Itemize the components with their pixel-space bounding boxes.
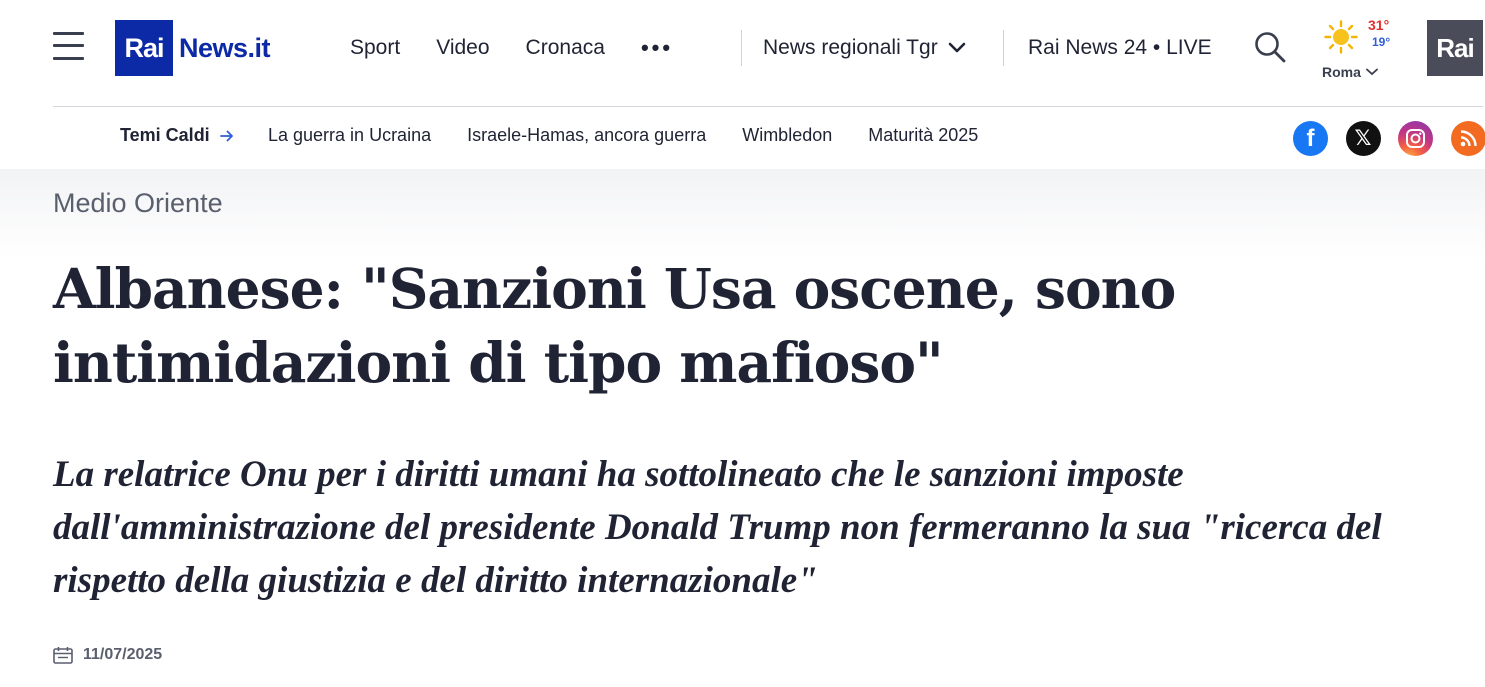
facebook-icon[interactable]: f — [1293, 121, 1328, 156]
nav-divider — [1003, 30, 1004, 66]
menu-icon[interactable] — [53, 32, 84, 60]
hot-topic-link[interactable]: Israele-Hamas, ancora guerra — [467, 125, 706, 146]
article-date: 11/07/2025 — [53, 646, 162, 664]
regional-news-label: News regionali Tgr — [763, 36, 938, 59]
article-title: Albanese: "Sanzioni Usa oscene, sono int… — [53, 256, 1176, 395]
sun-icon — [1324, 20, 1358, 54]
calendar-icon — [53, 647, 73, 664]
nav-item-sport[interactable]: Sport — [350, 36, 400, 60]
rss-icon[interactable] — [1450, 121, 1485, 156]
hot-topics-list: La guerra in Ucraina Israele-Hamas, anco… — [268, 125, 1014, 146]
article: Medio Oriente Albanese: "Sanzioni Usa os… — [0, 169, 1485, 687]
hot-topic-link[interactable]: La guerra in Ucraina — [268, 125, 431, 146]
chevron-down-icon — [1366, 68, 1378, 76]
more-menu-button[interactable]: ••• — [641, 35, 673, 61]
nav-item-cronaca[interactable]: Cronaca — [526, 36, 605, 60]
regional-news-dropdown[interactable]: News regionali Tgr — [763, 30, 966, 66]
temperature-max: 31° — [1368, 17, 1390, 33]
hot-topic-link[interactable]: Wimbledon — [742, 125, 832, 146]
weather-widget[interactable]: 31° 19° Roma — [1318, 14, 1400, 84]
search-icon[interactable] — [1254, 31, 1286, 63]
logo-rai: Rai — [115, 20, 173, 76]
weather-city-label: Roma — [1322, 64, 1361, 80]
nav-divider — [741, 30, 742, 66]
arrow-right-icon — [219, 130, 233, 141]
x-icon[interactable]: 𝕏 — [1345, 121, 1381, 156]
weather-city: Roma — [1322, 64, 1378, 80]
live-link[interactable]: Rai News 24 • LIVE — [1028, 30, 1212, 66]
nav-item-video[interactable]: Video — [436, 36, 489, 60]
hot-topics-title[interactable]: Temi Caldi — [120, 125, 234, 146]
site-logo[interactable]: Rai News.it — [115, 20, 271, 76]
rai-portal-button[interactable]: Rai — [1427, 20, 1483, 76]
temperature-min: 19° — [1372, 35, 1391, 49]
article-category[interactable]: Medio Oriente — [53, 188, 223, 219]
instagram-icon[interactable] — [1398, 121, 1433, 156]
hot-topic-link[interactable]: Maturità 2025 — [868, 125, 978, 146]
social-links: f 𝕏 — [1293, 121, 1485, 156]
top-header: Rai News.it Sport Video Cronaca ••• News… — [0, 0, 1485, 106]
hot-topics-label: Temi Caldi — [120, 125, 210, 145]
article-subtitle: La relatrice Onu per i diritti umani ha … — [53, 454, 1382, 601]
logo-news: News.it — [179, 32, 271, 63]
main-nav: Sport Video Cronaca ••• — [350, 30, 673, 66]
article-date-value: 11/07/2025 — [83, 646, 163, 663]
chevron-down-icon — [948, 42, 965, 53]
rss-glyph — [1460, 130, 1477, 147]
hot-topics-bar: Temi Caldi La guerra in Ucraina Israele-… — [0, 107, 1485, 169]
instagram-glyph — [1406, 129, 1425, 148]
